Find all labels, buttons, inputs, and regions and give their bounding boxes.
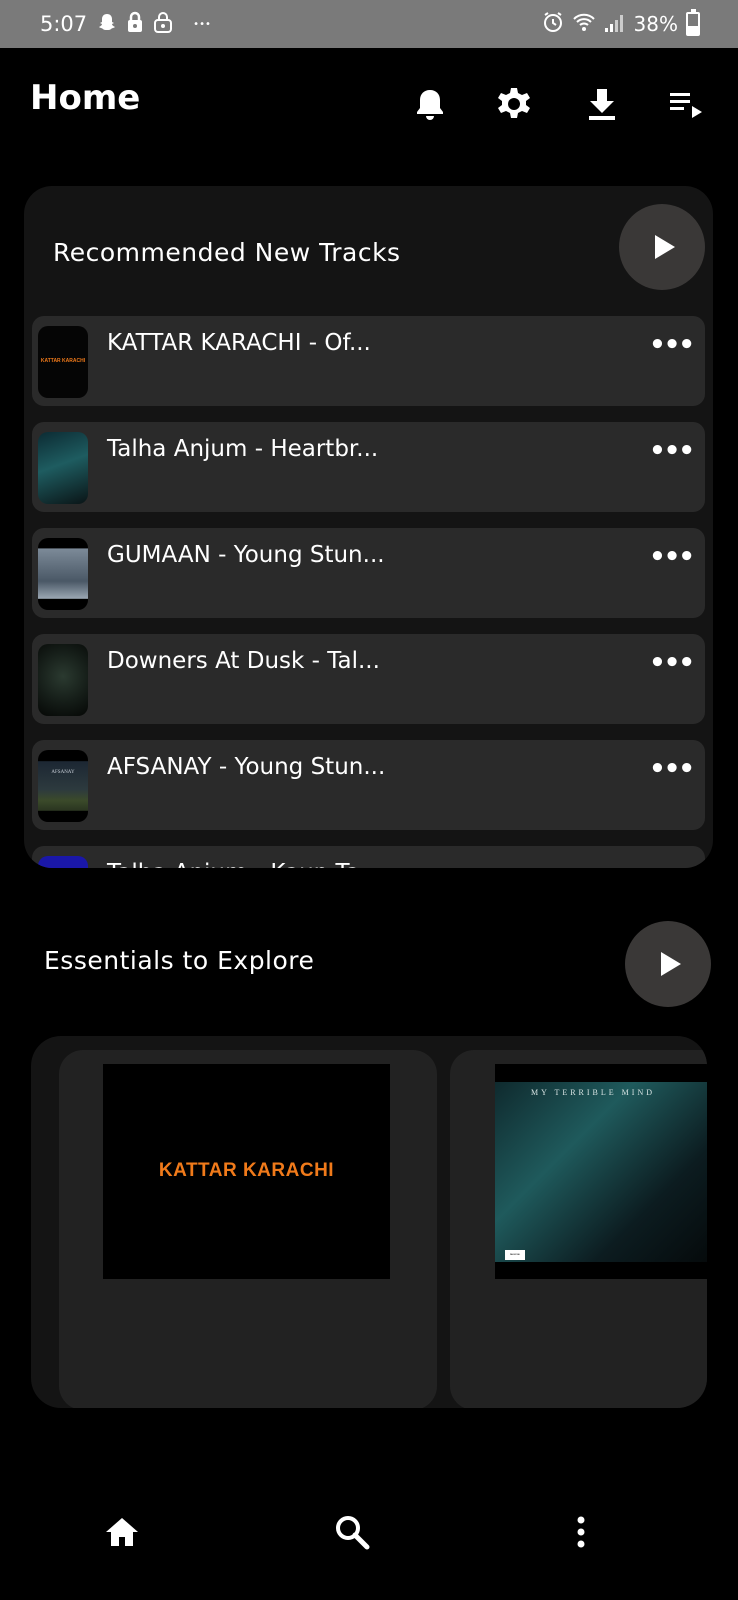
lock-icon [127,11,143,37]
battery-percent: 38% [633,12,678,36]
more-vertical-icon[interactable] [559,1510,603,1554]
track-thumbnail [38,432,88,504]
status-time: 5:07 [40,12,88,36]
alarm-icon [542,11,564,37]
gear-icon[interactable] [494,84,534,124]
album-art: KATTAR KARACHI [103,1064,390,1279]
essentials-carousel[interactable]: KATTAR KARACHI MY TERRIBLE MIND PARENTAL… [31,1036,707,1408]
signal-icon [604,11,626,37]
track-title: Talha Anjum - Heartbr... [107,436,379,462]
bell-icon[interactable] [410,84,450,124]
queue-icon[interactable] [666,84,706,124]
more-options-icon[interactable]: ••• [649,438,695,464]
parental-advisory-badge: PARENTAL ADVISORY [505,1250,525,1260]
play-icon [661,952,681,976]
recommended-tracks-card: Recommended New Tracks KATTAR KARACHI KA… [24,186,713,868]
track-title: Downers At Dusk - Tal... [107,648,380,674]
track-row[interactable]: Talha Anjum - Kaun Ta... ••• [32,846,705,868]
track-row[interactable]: KATTAR KARACHI KATTAR KARACHI - Of... ••… [32,316,705,406]
track-title: Talha Anjum - Kaun Ta... [107,860,382,868]
thumb-text: KATTAR KARACHI [40,358,86,364]
track-title: AFSANAY - Young Stun... [107,754,386,780]
track-thumbnail: KATTAR KARACHI [38,326,88,398]
track-thumbnail: AFSANAY [38,750,88,822]
track-row[interactable]: Talha Anjum - Heartbr... ••• [32,422,705,512]
status-left: 5:07 ••• [40,0,211,48]
more-options-icon[interactable]: ••• [649,544,695,570]
recommended-title: Recommended New Tracks [53,238,401,267]
more-options-icon[interactable]: ••• [649,332,695,358]
essentials-card[interactable]: KATTAR KARACHI [59,1050,437,1408]
track-title: KATTAR KARACHI - Of... [107,330,371,356]
track-row[interactable]: Downers At Dusk - Tal... ••• [32,634,705,724]
home-icon[interactable] [100,1510,144,1554]
thumb-text: AFSANAY [51,770,75,775]
album-art-text: KATTAR KARACHI [158,1160,335,1181]
track-thumbnail [38,538,88,610]
track-thumbnail [38,644,88,716]
status-bar: 5:07 ••• 38% [0,0,738,48]
track-thumbnail [38,856,88,868]
download-icon[interactable] [582,84,622,124]
play-recommended-button[interactable] [619,204,705,290]
padlock-open-icon [153,11,173,37]
track-title: GUMAAN - Young Stun... [107,542,385,568]
more-notifications-icon: ••• [193,18,211,30]
more-options-icon[interactable]: ••• [649,756,695,782]
search-icon[interactable] [330,1510,374,1554]
essentials-title: Essentials to Explore [44,946,315,975]
track-row[interactable]: GUMAAN - Young Stun... ••• [32,528,705,618]
status-right: 38% [542,0,700,48]
wifi-icon [572,11,596,37]
play-essentials-button[interactable] [625,921,711,1007]
album-art-text: MY TERRIBLE MIND [531,1088,655,1097]
essentials-card[interactable]: MY TERRIBLE MIND PARENTAL ADVISORY [450,1050,707,1408]
battery-icon [686,9,700,36]
more-options-icon[interactable]: ••• [649,862,695,868]
track-row[interactable]: AFSANAY AFSANAY - Young Stun... ••• [32,740,705,830]
snapchat-icon [97,12,117,36]
play-icon [655,235,675,259]
page-title: Home [30,78,141,118]
album-art-photo [495,1082,707,1262]
album-art: MY TERRIBLE MIND PARENTAL ADVISORY [495,1064,707,1279]
more-options-icon[interactable]: ••• [649,650,695,676]
